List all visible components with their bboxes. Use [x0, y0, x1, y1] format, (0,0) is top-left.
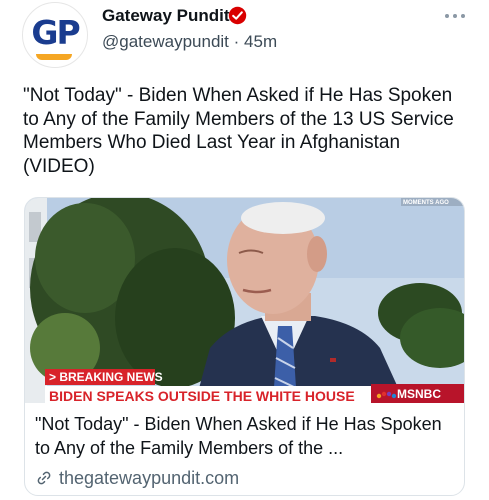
chyron-headline: BIDEN SPEAKS OUTSIDE THE WHITE HOUSE: [49, 388, 355, 403]
media-corner-text: MOMENTS AGO: [403, 200, 449, 206]
tweet-timestamp[interactable]: 45m: [244, 32, 277, 51]
verified-badge-icon: [228, 6, 247, 25]
more-options-icon[interactable]: [444, 12, 466, 20]
network-logo-text: MSNBC: [397, 387, 441, 401]
breaking-news-label: > BREAKING NEWS: [49, 370, 163, 384]
tweet-text: "Not Today" - Biden When Asked if He Has…: [23, 85, 454, 177]
card-domain-row[interactable]: thegatewaypundit.com: [35, 468, 239, 489]
avatar[interactable]: GP: [22, 2, 88, 68]
video-thumbnail: MOMENTS AGO > BREAKING NEWS BIDEN SPEAKS…: [25, 198, 464, 403]
card-domain: thegatewaypundit.com: [59, 468, 240, 488]
card-media-image[interactable]: MOMENTS AGO > BREAKING NEWS BIDEN SPEAKS…: [25, 198, 464, 403]
avatar-logo-swoosh: [36, 54, 72, 60]
author-handle[interactable]: @gatewaypundit: [102, 32, 229, 51]
avatar-logo-text: GP: [31, 13, 80, 52]
link-icon: [37, 471, 51, 485]
meta-separator: ·: [233, 32, 240, 51]
card-title[interactable]: "Not Today" - Biden When Asked if He Has…: [35, 412, 460, 460]
author-display-name[interactable]: Gateway Pundit: [102, 6, 230, 26]
link-card[interactable]: MOMENTS AGO > BREAKING NEWS BIDEN SPEAKS…: [24, 197, 465, 496]
author-meta: @gatewaypundit · 45m: [102, 32, 277, 52]
